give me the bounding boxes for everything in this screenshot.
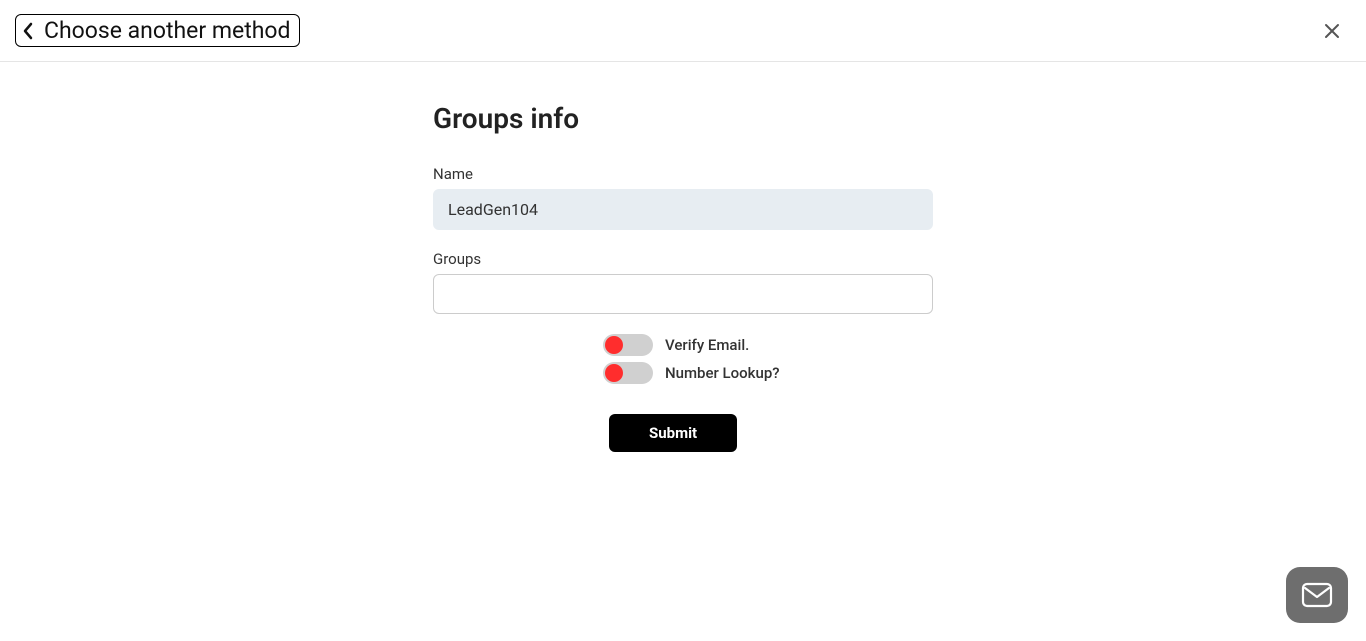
verify-email-row: Verify Email.	[603, 334, 749, 356]
groups-input[interactable]	[433, 274, 933, 314]
close-icon	[1322, 21, 1342, 41]
close-button[interactable]	[1318, 17, 1346, 45]
name-label: Name	[433, 165, 933, 183]
header: Choose another method	[0, 0, 1366, 62]
verify-email-label: Verify Email.	[665, 336, 749, 354]
submit-button[interactable]: Submit	[609, 414, 737, 452]
toggles-section: Verify Email. Number Lookup?	[603, 334, 933, 384]
name-input[interactable]	[433, 189, 933, 230]
groups-field-group: Groups	[433, 250, 933, 314]
number-lookup-toggle[interactable]	[603, 362, 653, 384]
mail-icon	[1301, 582, 1333, 608]
help-fab[interactable]	[1286, 567, 1348, 623]
toggle-knob	[605, 336, 623, 354]
name-field-group: Name	[433, 165, 933, 230]
number-lookup-label: Number Lookup?	[665, 364, 780, 382]
back-label: Choose another method	[44, 17, 291, 44]
page-title: Groups info	[433, 102, 933, 135]
verify-email-toggle[interactable]	[603, 334, 653, 356]
toggle-knob	[605, 364, 623, 382]
groups-label: Groups	[433, 250, 933, 268]
back-button[interactable]: Choose another method	[15, 14, 300, 47]
chevron-left-icon	[22, 22, 34, 40]
form-content: Groups info Name Groups Verify Email. Nu…	[433, 62, 933, 452]
number-lookup-row: Number Lookup?	[603, 362, 780, 384]
